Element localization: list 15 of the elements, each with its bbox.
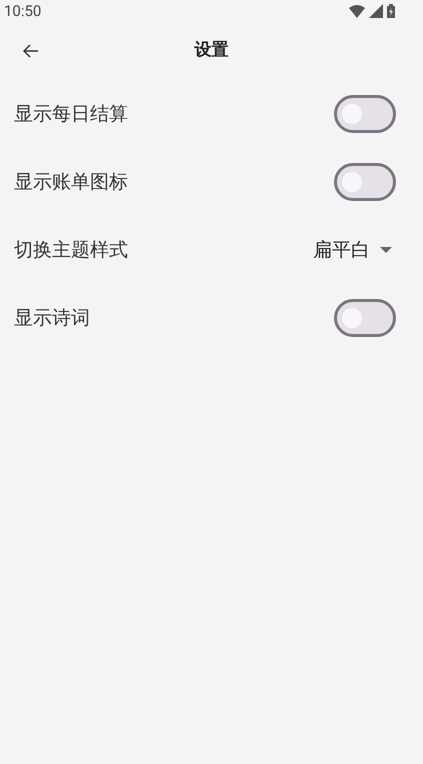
signal-icon <box>369 4 383 18</box>
battery-icon <box>387 4 395 18</box>
toggle-switch[interactable] <box>334 299 396 337</box>
setting-label: 显示诗词 <box>14 304 90 331</box>
setting-label: 显示账单图标 <box>14 168 128 195</box>
page-title: 设置 <box>194 39 228 62</box>
back-arrow-icon <box>23 44 39 58</box>
theme-dropdown[interactable]: 扁平白 <box>313 236 396 264</box>
setting-label: 切换主题样式 <box>14 236 128 263</box>
setting-label: 显示每日结算 <box>14 100 128 127</box>
status-time: 10:50 <box>4 0 42 22</box>
toggle-switch[interactable] <box>334 163 396 201</box>
toggle-switch[interactable] <box>334 95 396 133</box>
wifi-icon <box>349 4 365 18</box>
dropdown-caret-icon <box>380 247 392 253</box>
